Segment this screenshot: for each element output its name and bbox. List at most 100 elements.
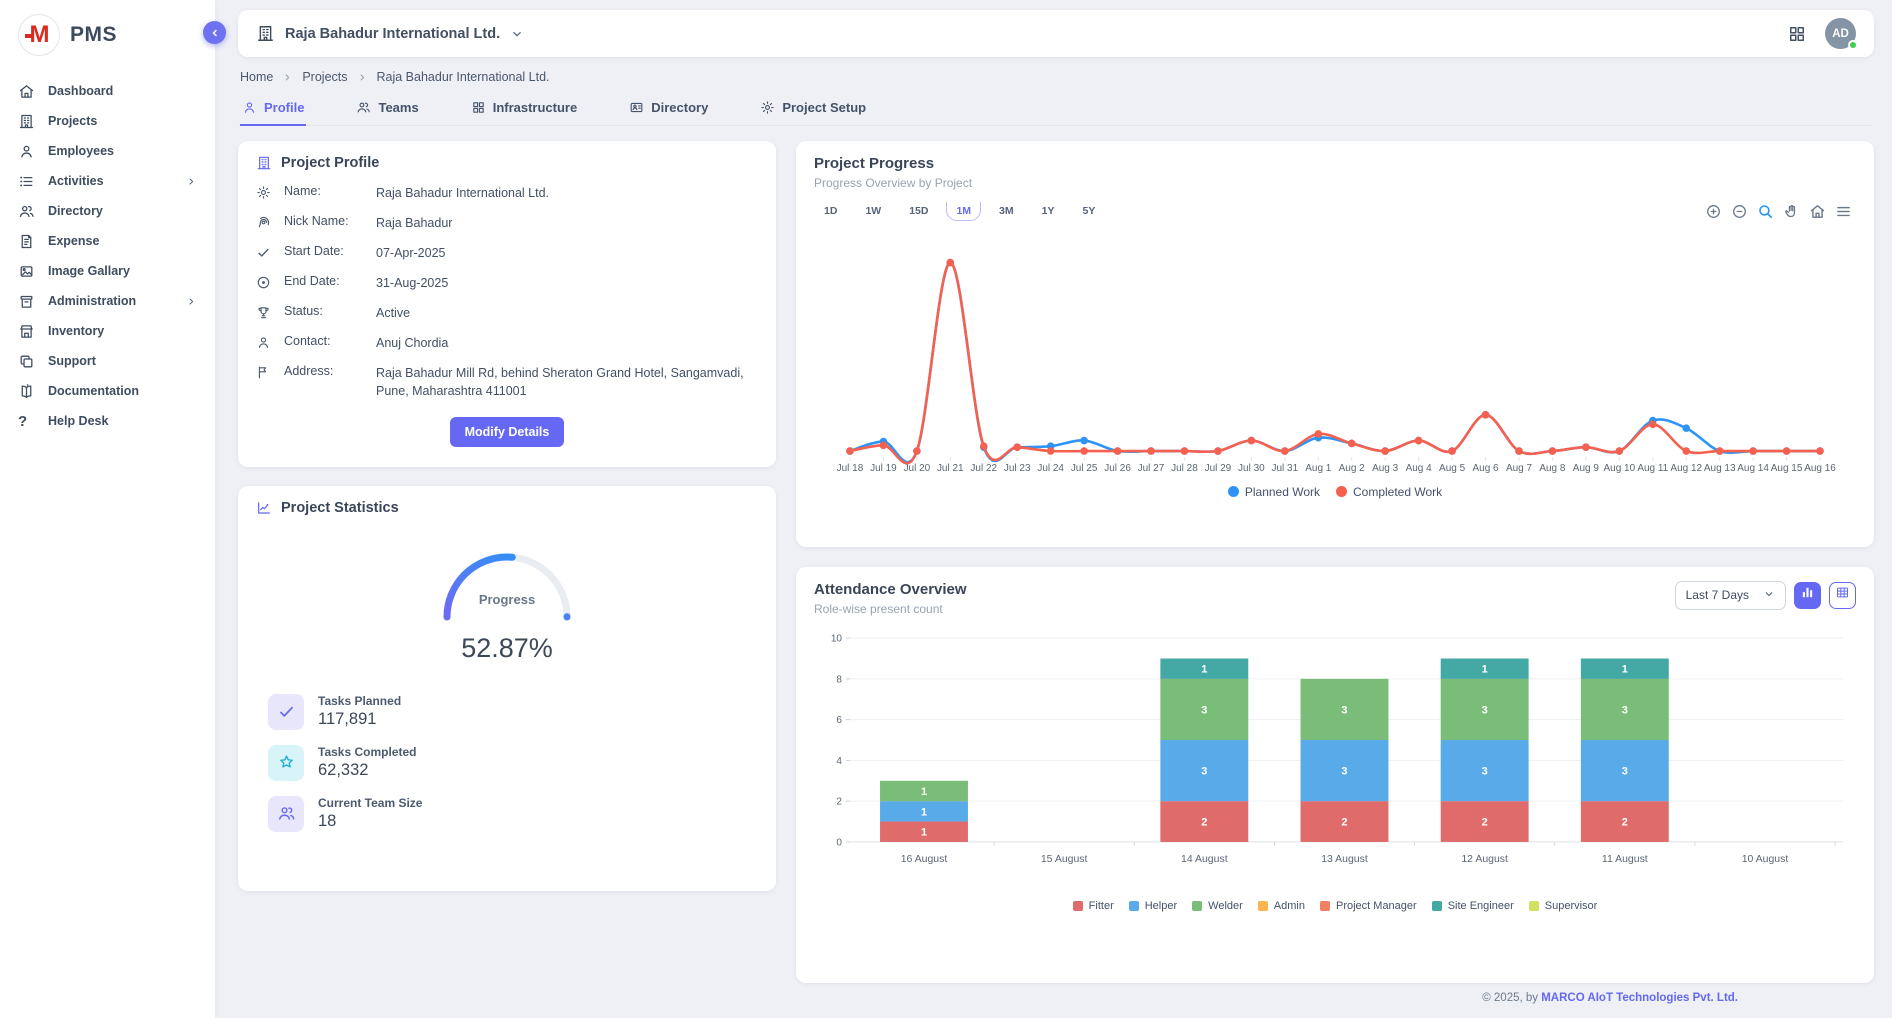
footer-company-link[interactable]: MARCO AIoT Technologies Pvt. Ltd.	[1541, 992, 1738, 1004]
project-statistics-card: Project Statistics Progress	[238, 486, 776, 891]
footer: © 2025, by MARCO AIoT Technologies Pvt. …	[238, 992, 1874, 1004]
legend-item-completed-work[interactable]: Completed Work	[1336, 485, 1442, 499]
sidebar-item-support[interactable]: Support	[0, 346, 215, 376]
sidebar: M PMS Dashboard Projects Employees Activ…	[0, 0, 215, 1018]
svg-text:Aug 8: Aug 8	[1539, 462, 1566, 473]
company-name: Raja Bahadur International Ltd.	[285, 26, 500, 42]
svg-text:Jul 28: Jul 28	[1171, 462, 1198, 473]
legend-item-supervisor[interactable]: Supervisor	[1529, 900, 1598, 912]
legend-marker	[1228, 486, 1239, 497]
legend-item-fitter[interactable]: Fitter	[1073, 900, 1114, 912]
breadcrumb-item-projects[interactable]: Projects	[302, 70, 347, 84]
legend-item-project-manager[interactable]: Project Manager	[1320, 900, 1417, 912]
sidebar-item-administration[interactable]: Administration	[0, 286, 215, 316]
tab-teams[interactable]: Teams	[354, 94, 420, 126]
reset-zoom-icon[interactable]	[1809, 203, 1826, 220]
range-button-5y[interactable]: 5Y	[1072, 202, 1105, 221]
avatar[interactable]: AD	[1825, 18, 1856, 49]
svg-text:2: 2	[1622, 816, 1628, 828]
sidebar-item-image-gallary[interactable]: Image Gallary	[0, 256, 215, 286]
pan-icon[interactable]	[1783, 203, 1800, 220]
svg-text:Aug 6: Aug 6	[1473, 462, 1500, 473]
range-button-1d[interactable]: 1D	[814, 202, 847, 221]
apps-grid-icon[interactable]	[1787, 24, 1807, 44]
chevron-down-icon	[510, 27, 524, 41]
tab-profile[interactable]: Profile	[240, 94, 306, 126]
sidebar-item-help-desk[interactable]: ? Help Desk	[0, 406, 215, 436]
menu-icon[interactable]	[1835, 203, 1852, 220]
breadcrumb-item-home[interactable]: Home	[240, 70, 273, 84]
range-button-1y[interactable]: 1Y	[1032, 202, 1065, 221]
sidebar-item-label: Activities	[48, 174, 104, 188]
legend-item-welder[interactable]: Welder	[1192, 900, 1243, 912]
legend-item-admin[interactable]: Admin	[1258, 900, 1305, 912]
profile-field-nick-name: Nick Name: Raja Bahadur	[256, 214, 758, 232]
range-button-3m[interactable]: 3M	[989, 202, 1024, 221]
range-button-1m[interactable]: 1M	[946, 202, 981, 221]
field-label: Contact:	[284, 334, 376, 348]
tab-infrastructure[interactable]: Infrastructure	[469, 94, 580, 126]
selection-zoom-icon[interactable]	[1757, 203, 1774, 220]
svg-text:1: 1	[921, 806, 927, 818]
svg-text:Jul 26: Jul 26	[1104, 462, 1131, 473]
grid-icon	[471, 100, 486, 115]
project-progress-card: Project Progress Progress Overview by Pr…	[796, 141, 1874, 547]
period-select[interactable]: Last 7 Days	[1675, 581, 1786, 610]
building-icon	[18, 113, 35, 130]
store-icon	[18, 323, 35, 340]
svg-text:1: 1	[1201, 663, 1207, 675]
flag-icon	[256, 365, 272, 381]
chevron-right-icon	[282, 71, 293, 83]
app-name: PMS	[70, 23, 117, 47]
chart-view-button[interactable]	[1794, 582, 1821, 609]
project-profile-card: Project Profile Name: Raja Bahadur Inter…	[238, 141, 776, 467]
zoom-in-icon[interactable]	[1705, 203, 1722, 220]
sidebar-item-directory[interactable]: Directory	[0, 196, 215, 226]
svg-text:0: 0	[836, 837, 842, 848]
sidebar-item-expense[interactable]: Expense	[0, 226, 215, 256]
svg-text:8: 8	[836, 674, 842, 685]
svg-text:2: 2	[1201, 816, 1207, 828]
tab-directory[interactable]: Directory	[627, 94, 710, 126]
legend-marker	[1129, 901, 1139, 911]
image-icon	[18, 263, 35, 280]
tab-project-setup[interactable]: Project Setup	[758, 94, 868, 126]
sidebar-item-employees[interactable]: Employees	[0, 136, 215, 166]
users-icon	[18, 203, 35, 220]
progress-chart-subtitle: Progress Overview by Project	[814, 176, 1856, 190]
copy-icon	[18, 353, 35, 370]
profile-field-status: Status: Active	[256, 304, 758, 322]
app-logo[interactable]: M PMS	[0, 0, 215, 66]
table-view-button[interactable]	[1829, 582, 1856, 609]
svg-text:Jul 29: Jul 29	[1205, 462, 1232, 473]
sidebar-item-activities[interactable]: Activities	[0, 166, 215, 196]
range-button-15d[interactable]: 15D	[899, 202, 938, 221]
chart-line-icon	[256, 500, 272, 516]
attendance-overview-card: Attendance Overview Role-wise present co…	[796, 567, 1874, 983]
sidebar-item-documentation[interactable]: Documentation	[0, 376, 215, 406]
range-button-1w[interactable]: 1W	[855, 202, 891, 221]
zoom-out-icon[interactable]	[1731, 203, 1748, 220]
svg-text:Aug 5: Aug 5	[1439, 462, 1466, 473]
chevron-left-icon	[209, 27, 221, 39]
legend-item-planned-work[interactable]: Planned Work	[1228, 485, 1320, 499]
sidebar-item-dashboard[interactable]: Dashboard	[0, 76, 215, 106]
gauge-label: Progress	[479, 592, 535, 607]
company-selector[interactable]: Raja Bahadur International Ltd.	[256, 24, 524, 43]
progress-chart-title: Project Progress	[814, 155, 1856, 172]
progress-line-chart: Jul 18Jul 19Jul 20Jul 21Jul 22Jul 23Jul …	[814, 243, 1856, 483]
sidebar-item-label: Directory	[48, 204, 103, 218]
sidebar-item-inventory[interactable]: Inventory	[0, 316, 215, 346]
legend-item-helper[interactable]: Helper	[1129, 900, 1177, 912]
modify-details-button[interactable]: Modify Details	[450, 417, 565, 447]
sidebar-item-projects[interactable]: Projects	[0, 106, 215, 136]
svg-text:13 August: 13 August	[1321, 853, 1368, 864]
legend-item-site-engineer[interactable]: Site Engineer	[1432, 900, 1514, 912]
svg-text:Aug 3: Aug 3	[1372, 462, 1399, 473]
sidebar-collapse-button[interactable]	[203, 21, 226, 44]
bar-chart-icon	[1800, 585, 1815, 605]
table-icon	[1835, 585, 1850, 605]
attendance-chart-legend: Fitter Helper Welder Admin Project Manager Si…	[814, 900, 1856, 912]
field-label: Start Date:	[284, 244, 376, 258]
legend-marker	[1192, 901, 1202, 911]
